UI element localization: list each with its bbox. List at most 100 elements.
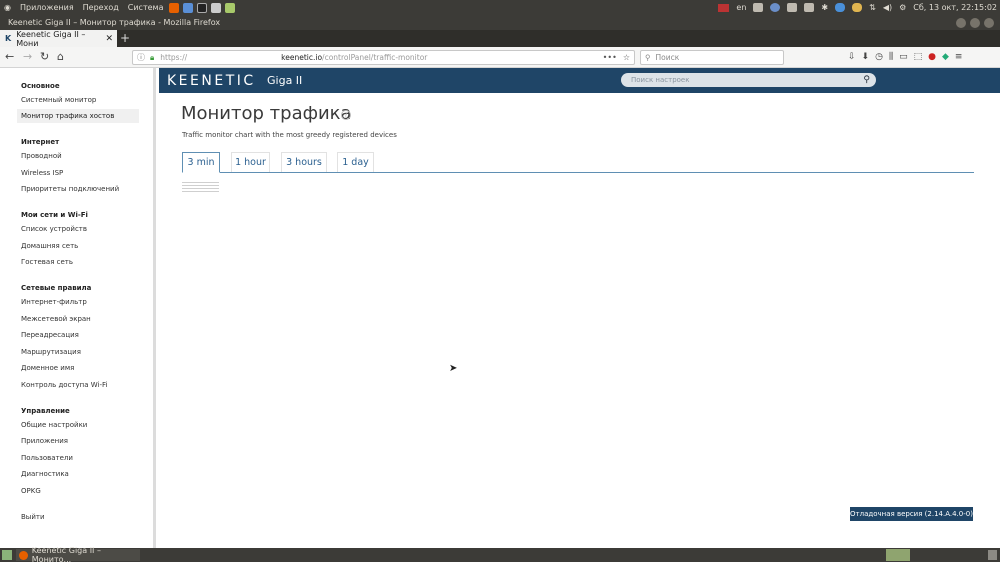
tab-3-hours[interactable]: 3 hours: [281, 152, 327, 172]
window-title-bar: Keenetic Giga II – Монитор трафика - Moz…: [0, 15, 1000, 30]
sidebar-item-applications[interactable]: Приложения: [21, 437, 68, 445]
nav-toolbar: ← → ↻ ⌂ ⓘ 🔒︎ https://keenetic.io/control…: [0, 47, 1000, 68]
sidebar-item-routing[interactable]: Маршрутизация: [21, 348, 81, 356]
page-title: Монитор трафика: [181, 103, 352, 124]
terminal-launcher-icon[interactable]: [197, 2, 208, 13]
bluetooth-icon[interactable]: ✱: [821, 3, 828, 12]
files-launcher-icon[interactable]: [211, 2, 222, 13]
section-title-network-rules: Сетевые правила: [21, 284, 92, 292]
tab-1-hour[interactable]: 1 hour: [231, 152, 270, 172]
sidebar-item-wired[interactable]: Проводной: [21, 152, 62, 160]
home-button[interactable]: ⌂: [57, 50, 64, 63]
show-desktop-icon[interactable]: [2, 550, 12, 560]
volume-icon[interactable]: ◀): [883, 3, 892, 12]
toolbar-icons: ⇩ ⬇ ◷ ⫼ ▭ ⬚ ● ◆ ≡: [848, 52, 962, 62]
sidebar-item-domain-name[interactable]: Доменное имя: [21, 364, 74, 372]
search-icon: ⚲: [645, 53, 651, 62]
maximize-button[interactable]: [970, 17, 980, 28]
tab-1-day[interactable]: 1 day: [337, 152, 374, 172]
adblock-icon[interactable]: ●: [928, 52, 936, 62]
back-button[interactable]: ←: [5, 50, 14, 63]
pocket-icon[interactable]: ⇩: [848, 52, 856, 62]
debug-version-badge: Отладочная версия (2.14.A.4.0-0): [850, 507, 973, 521]
settings-gear-icon[interactable]: ⚙: [899, 3, 906, 12]
sidebar-item-general-settings[interactable]: Общие настройки: [21, 421, 87, 429]
new-tab-button[interactable]: +: [120, 31, 130, 45]
page-actions-icon[interactable]: •••: [603, 53, 617, 62]
workspace-switcher[interactable]: [886, 549, 910, 561]
menu-applications[interactable]: Приложения: [20, 3, 74, 12]
sidebar-item-users[interactable]: Пользователи: [21, 454, 73, 462]
keyboard-layout[interactable]: en: [736, 3, 746, 12]
tab-3-min[interactable]: 3 min: [182, 152, 220, 173]
section-title-internet: Интернет: [21, 138, 60, 146]
menu-hamburger-icon[interactable]: ≡: [955, 52, 963, 62]
help-icon[interactable]: ?: [341, 110, 351, 120]
search-icon[interactable]: ⚲: [863, 73, 870, 87]
settings-search-input[interactable]: Поиск настроек ⚲: [621, 73, 876, 87]
transfer-arrows-icon[interactable]: ⇅: [869, 3, 876, 12]
section-title-basic: Основное: [21, 82, 60, 90]
sidebar-item-wifi-access-control[interactable]: Контроль доступа Wi-Fi: [21, 381, 107, 389]
keenetic-logo[interactable]: KEENETIC: [167, 73, 256, 89]
sidebar-item-home-network[interactable]: Домашняя сеть: [21, 242, 78, 250]
browser-search-field[interactable]: ⚲ Поиск: [640, 50, 784, 65]
logout-link[interactable]: Выйти: [21, 513, 45, 521]
clock[interactable]: Сб, 13 окт, 22:15:02: [913, 3, 997, 12]
window-title: Keenetic Giga II – Монитор трафика - Moz…: [8, 18, 221, 27]
library-icon[interactable]: ⫼: [889, 52, 893, 62]
close-tab-icon[interactable]: ✕: [105, 34, 113, 44]
network-tray-icon[interactable]: [770, 3, 781, 12]
sidebar-item-port-forwarding[interactable]: Переадресация: [21, 331, 79, 339]
section-title-networks: Мои сети и Wi-Fi: [21, 211, 88, 219]
browser-tab-title: Keenetic Giga II – Мони: [16, 29, 86, 48]
url-bar[interactable]: ⓘ 🔒︎ https://keenetic.io/controlPanel/tr…: [132, 50, 635, 65]
flag-us-icon[interactable]: [718, 3, 730, 12]
minimize-button[interactable]: [956, 17, 966, 28]
firefox-launcher-icon[interactable]: [169, 2, 180, 13]
reload-button[interactable]: ↻: [40, 50, 49, 63]
trash-icon[interactable]: [988, 550, 997, 560]
sidebar-item-system-monitor[interactable]: Системный монитор: [21, 96, 96, 104]
url-text: https://keenetic.io/controlPanel/traffic…: [160, 53, 428, 62]
ubuntu-logo-icon[interactable]: ◉: [4, 3, 11, 12]
documents-icon[interactable]: [804, 3, 815, 12]
thunderbird-launcher-icon[interactable]: [183, 2, 194, 13]
sidebar-toggle-icon[interactable]: ▭: [899, 52, 908, 62]
sidebar-item-wireless-isp[interactable]: Wireless ISP: [21, 169, 63, 177]
sidebar-item-guest-network[interactable]: Гостевая сеть: [21, 258, 73, 266]
taskbar-window-firefox[interactable]: Keenetic Giga II – Монито...: [16, 546, 140, 564]
sidebar-item-internet-filter[interactable]: Интернет-фильтр: [21, 298, 87, 306]
sidebar-item-diagnostics[interactable]: Диагностика: [21, 470, 69, 478]
extension-icon[interactable]: ◆: [942, 52, 949, 62]
forward-button[interactable]: →: [23, 50, 32, 63]
sidebar-item-opkg[interactable]: OPKG: [21, 487, 41, 495]
bottom-taskbar: Keenetic Giga II – Монито...: [0, 546, 1000, 564]
tab-strip: K Keenetic Giga II – Мони ✕ +: [0, 29, 1000, 48]
clipboard-icon[interactable]: [753, 3, 764, 12]
browser-tab[interactable]: K Keenetic Giga II – Мони ✕: [0, 29, 117, 48]
lock-icon[interactable]: 🔒︎: [150, 53, 154, 63]
notes-icon[interactable]: [787, 3, 798, 12]
firefox-icon: [19, 550, 28, 560]
site-info-icon[interactable]: ⓘ: [137, 52, 145, 63]
history-icon[interactable]: ◷: [875, 52, 883, 62]
page-subtitle: Traffic monitor chart with the most gree…: [182, 131, 397, 139]
editor-launcher-icon[interactable]: [225, 2, 236, 13]
keenetic-favicon-icon: K: [5, 34, 12, 43]
skype-icon[interactable]: [835, 3, 846, 12]
weather-icon[interactable]: [852, 3, 863, 12]
downloads-icon[interactable]: ⬇: [862, 52, 870, 62]
menu-system[interactable]: Система: [128, 3, 164, 12]
sidebar-item-traffic-monitor[interactable]: Монитор трафика хостов: [17, 109, 139, 123]
sidebar-item-device-list[interactable]: Список устройств: [21, 225, 87, 233]
sidebar-item-firewall[interactable]: Межсетевой экран: [21, 315, 91, 323]
app-header: KEENETIC Giga II Поиск настроек ⚲: [159, 68, 1000, 93]
menu-places[interactable]: Переход: [83, 3, 119, 12]
sidebar-item-connection-priorities[interactable]: Приоритеты подключений: [21, 185, 119, 193]
close-window-button[interactable]: [984, 17, 994, 28]
screenshot-icon[interactable]: ⬚: [914, 52, 923, 62]
bookmark-star-icon[interactable]: ☆: [623, 53, 630, 62]
system-top-bar: ◉ Приложения Переход Система en ✱ ⇅ ◀) ⚙…: [0, 0, 1000, 15]
model-name: Giga II: [267, 74, 303, 87]
